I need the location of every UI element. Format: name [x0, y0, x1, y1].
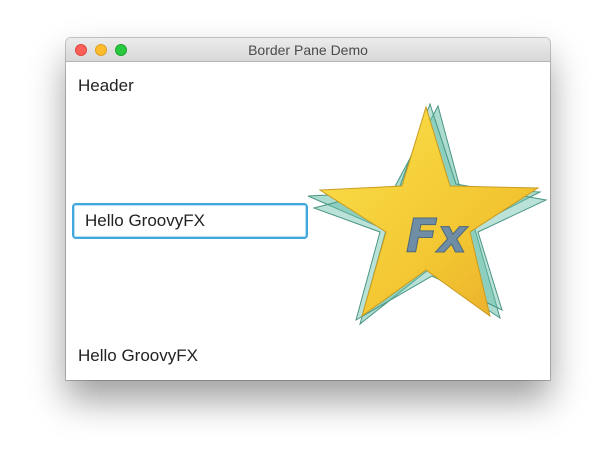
- header-label: Header: [78, 76, 134, 95]
- center-text-field[interactable]: [72, 203, 308, 239]
- app-window: Border Pane Demo Header Fx Hello GroovyF…: [66, 38, 550, 380]
- window-title: Border Pane Demo: [248, 42, 368, 58]
- footer-label: Hello GroovyFX: [78, 346, 198, 365]
- title-bar[interactable]: Border Pane Demo: [66, 38, 550, 62]
- groovyfx-star-logo: Fx: [307, 102, 548, 326]
- fx-logo-text: Fx: [406, 209, 468, 263]
- border-pane: Header Fx Hello GroovyFX: [66, 62, 550, 380]
